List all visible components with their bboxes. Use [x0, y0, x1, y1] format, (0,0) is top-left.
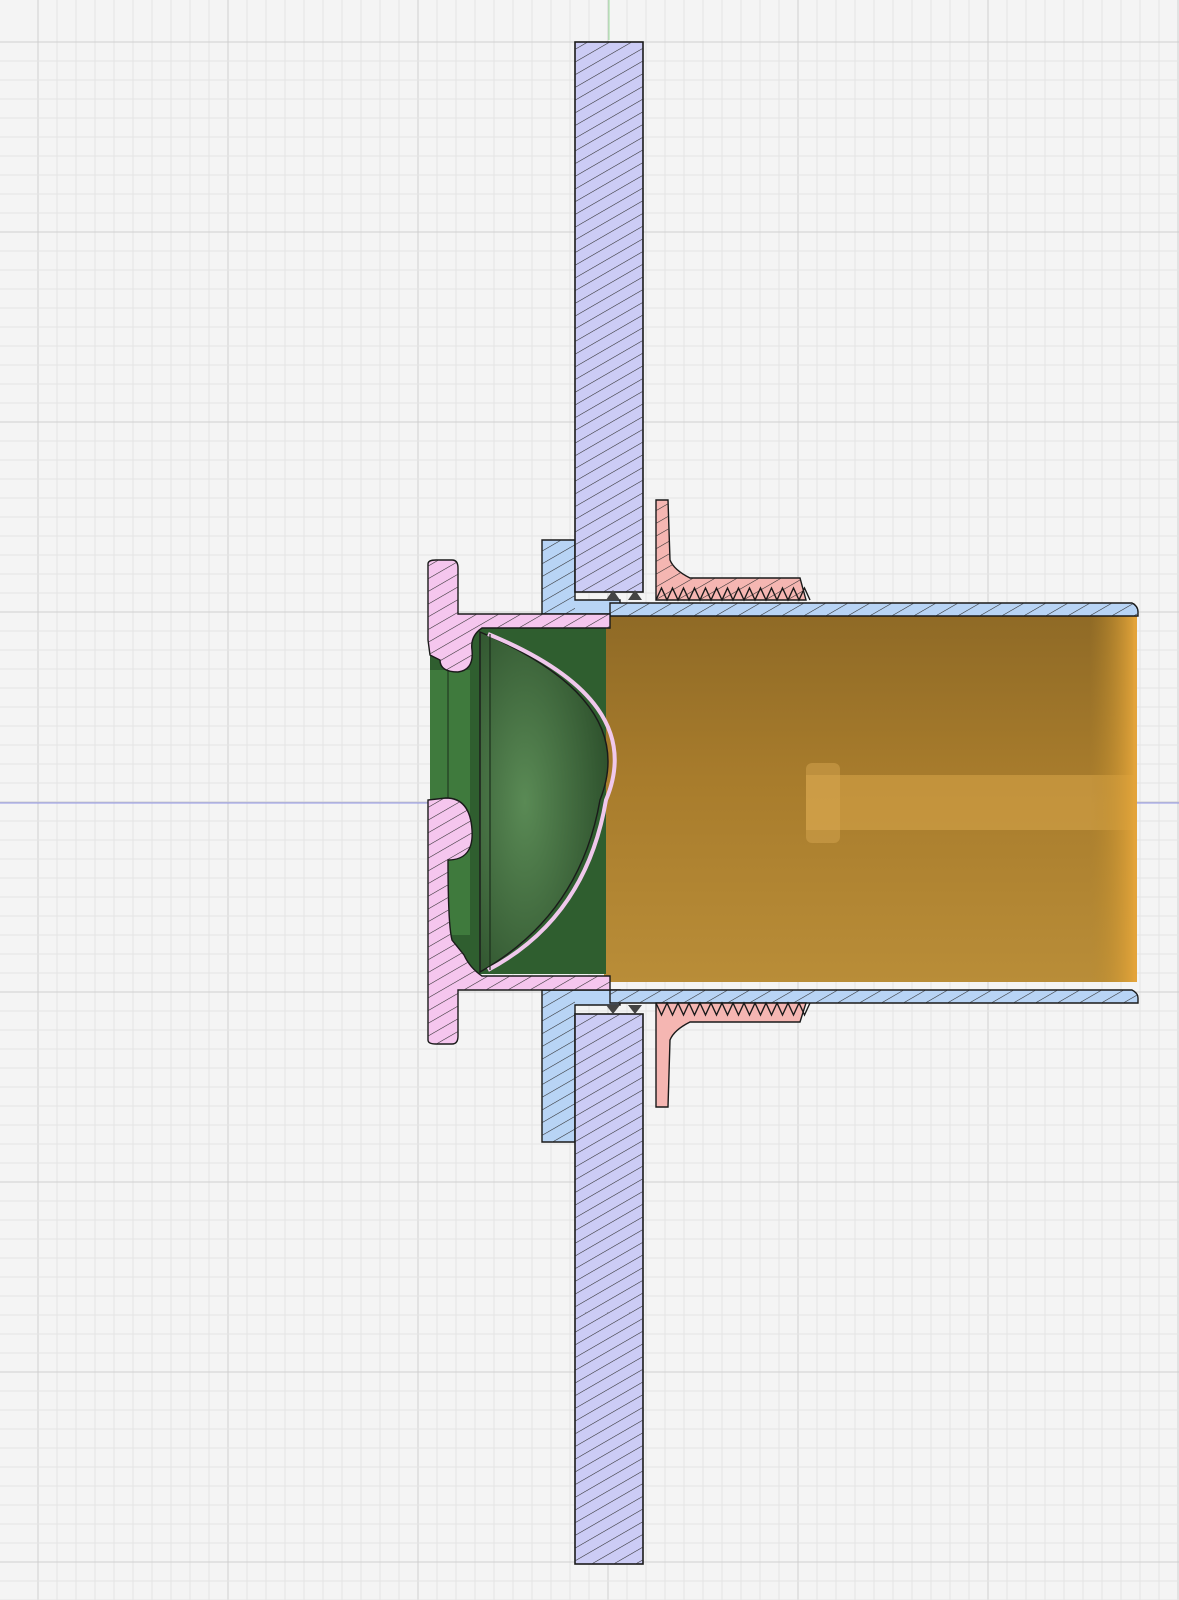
- wall-panel-upper-hatch: [575, 42, 643, 592]
- sleeve-bottom-wall-hatch: [542, 990, 575, 1142]
- cad-viewport[interactable]: [0, 0, 1179, 1600]
- sleeve-bottom-tube-hatch: [610, 990, 1138, 1003]
- tube-end-highlight: [1090, 615, 1137, 982]
- tube-inner-rod: [806, 775, 1136, 830]
- wall-panel-lower-hatch: [575, 1014, 643, 1564]
- sleeve-top-tube-hatch: [610, 603, 1138, 616]
- tube-body[interactable]: [604, 615, 1137, 982]
- sleeve-top-wall-hatch: [542, 540, 575, 614]
- section-view-canvas[interactable]: [0, 0, 1179, 1600]
- tube-rod-collar: [806, 763, 840, 843]
